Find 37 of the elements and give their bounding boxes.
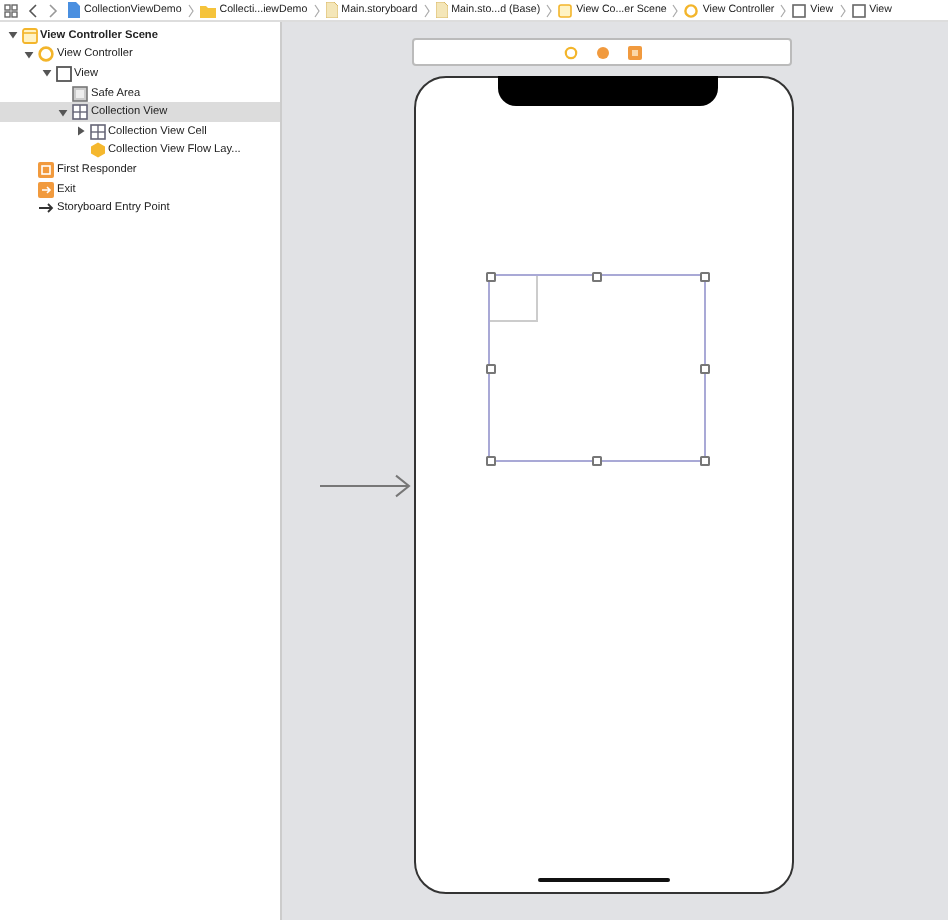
circle-icon	[38, 46, 54, 63]
entry-arrow[interactable]	[320, 474, 412, 498]
separator-icon	[313, 3, 320, 17]
square-icon	[55, 65, 71, 82]
safe-area-icon	[72, 85, 88, 102]
collapsed-triangle-icon[interactable]	[75, 126, 85, 137]
home-indicator	[538, 877, 670, 882]
separator-icon	[672, 3, 679, 17]
resize-handle[interactable]	[699, 455, 709, 465]
scene-icon	[21, 27, 37, 44]
expanded-triangle-icon[interactable]	[7, 30, 17, 41]
resize-handle[interactable]	[485, 271, 495, 281]
separator-icon	[780, 3, 787, 17]
expanded-triangle-icon[interactable]	[58, 107, 68, 118]
circle-icon	[684, 3, 699, 17]
resize-handle[interactable]	[592, 455, 602, 465]
project-file-icon	[68, 2, 80, 18]
grid-icon[interactable]	[4, 3, 18, 17]
expanded-triangle-icon[interactable]	[41, 68, 51, 79]
scene-icon	[558, 3, 573, 17]
forward-icon[interactable]	[48, 3, 58, 17]
expanded-triangle-icon[interactable]	[24, 49, 34, 60]
arrow-icon	[38, 200, 54, 217]
resize-handle[interactable]	[485, 455, 495, 465]
document-icon	[435, 2, 448, 18]
separator-icon	[546, 3, 553, 17]
folder-icon	[199, 3, 216, 17]
resize-handle[interactable]	[592, 271, 602, 281]
separator-icon	[423, 3, 430, 17]
back-icon[interactable]	[28, 3, 38, 17]
document-icon	[325, 2, 338, 18]
separator-icon	[187, 3, 194, 17]
separator-icon	[839, 3, 846, 17]
resize-handle[interactable]	[699, 363, 709, 373]
resize-handle[interactable]	[699, 271, 709, 281]
resize-handle[interactable]	[485, 363, 495, 373]
hexagon-icon	[89, 142, 105, 159]
